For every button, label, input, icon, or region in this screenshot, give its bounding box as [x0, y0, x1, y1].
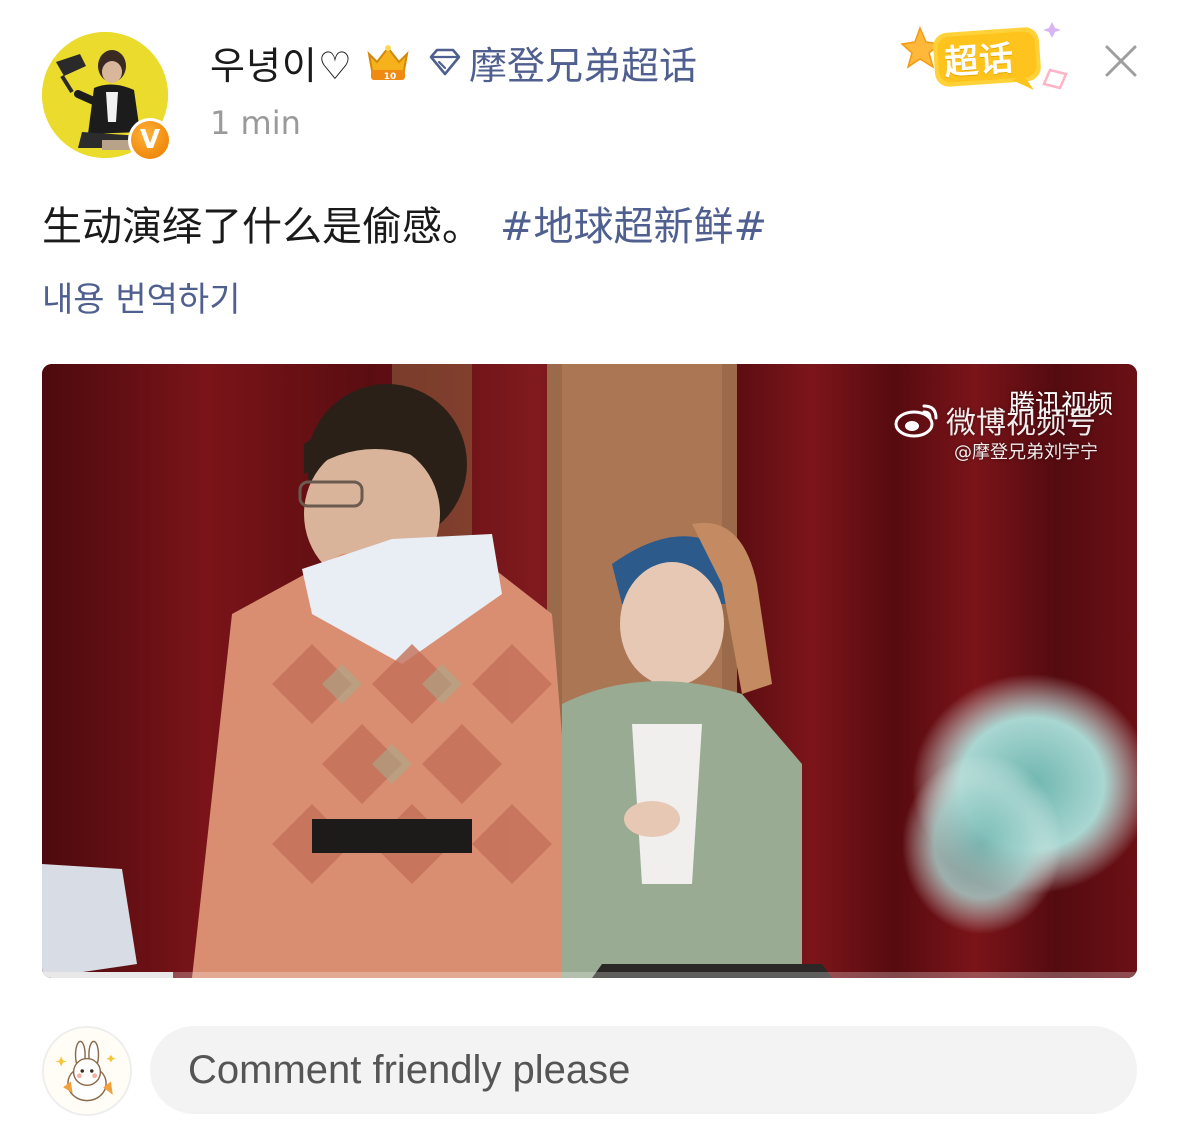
current-user-avatar[interactable]	[42, 1026, 132, 1116]
fan-rank-crown-icon[interactable]: 10	[363, 40, 413, 84]
post-timestamp: 1 min	[210, 104, 301, 142]
post-body: 生动演绎了什么是偷感。 #地球超新鲜#	[42, 194, 767, 252]
supertopic-name: 摩登兄弟超话	[468, 43, 697, 88]
author-name-row: 우녕이♡ 10 摩登兄弟超话	[210, 36, 697, 88]
weibo-logo-icon	[894, 400, 940, 440]
weibo-video-watermark: 微博视频号	[894, 398, 1096, 442]
weibo-post-page: V 우녕이♡ 10 摩登兄弟超话 1 min 超话 生动演绎了什么是偷感。 #地…	[0, 0, 1179, 1142]
fan-rank-level: 10	[384, 72, 397, 82]
supertopic-link[interactable]: 摩登兄弟超话	[427, 35, 697, 90]
supertopic-badge-label: 超话	[942, 38, 1016, 84]
translate-link[interactable]: 내용 번역하기	[42, 272, 241, 321]
watermark-account: @摩登兄弟刘宇宁	[954, 442, 1098, 463]
video-progress-track[interactable]	[42, 972, 1137, 978]
hashtag-link[interactable]: #地球超新鲜#	[500, 204, 767, 250]
post-text: 生动演绎了什么是偷感。	[42, 204, 482, 250]
verified-icon: V	[131, 121, 169, 159]
weibo-video-watermark-text: 微博视频号	[946, 406, 1096, 441]
verified-badge: V	[128, 118, 172, 162]
author-username[interactable]: 우녕이♡	[210, 35, 353, 90]
close-button[interactable]	[1098, 38, 1144, 84]
comment-input[interactable]	[150, 1026, 1137, 1114]
close-icon	[1105, 45, 1137, 77]
video-player[interactable]: 腾讯视频 微博视频号 @摩登兄弟刘宇宁	[42, 364, 1137, 978]
video-progress-fill	[42, 972, 174, 978]
diamond-icon	[427, 47, 463, 77]
